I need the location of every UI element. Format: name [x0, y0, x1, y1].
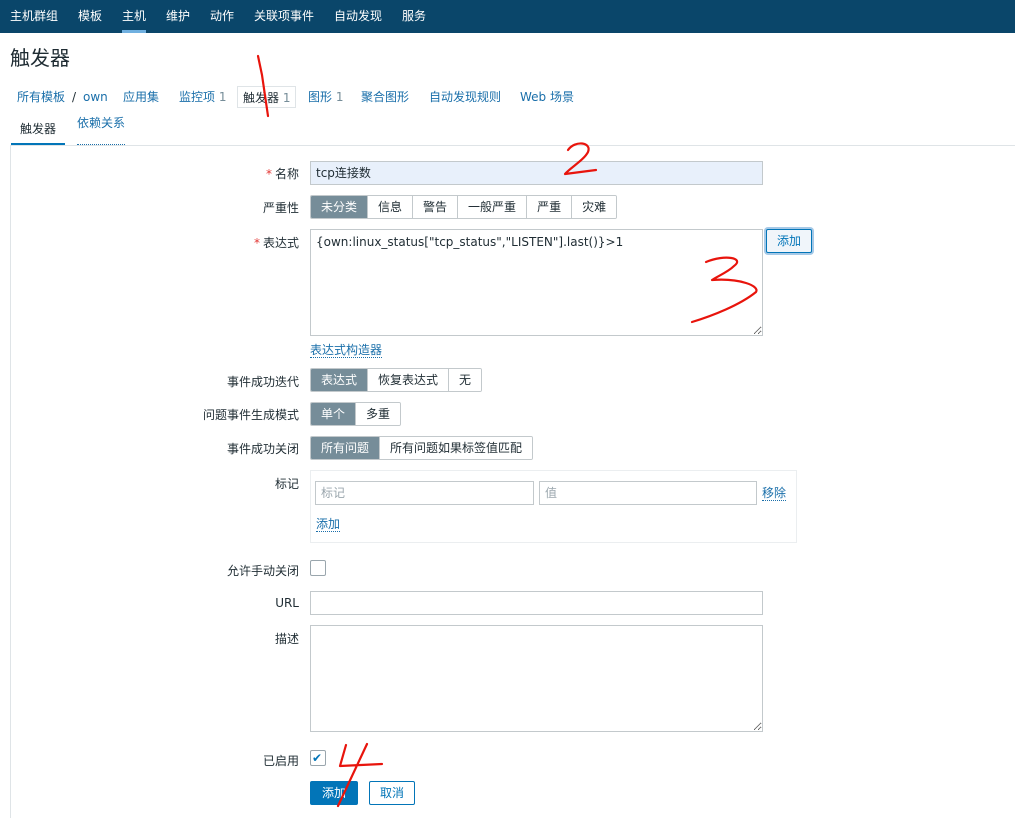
annotation-number-1: [256, 54, 270, 118]
annotation-number-3: [690, 256, 758, 324]
annotation-number-2: [563, 142, 598, 176]
annotation-number-4: [336, 742, 384, 808]
annotation-overlay: [256, 54, 758, 808]
